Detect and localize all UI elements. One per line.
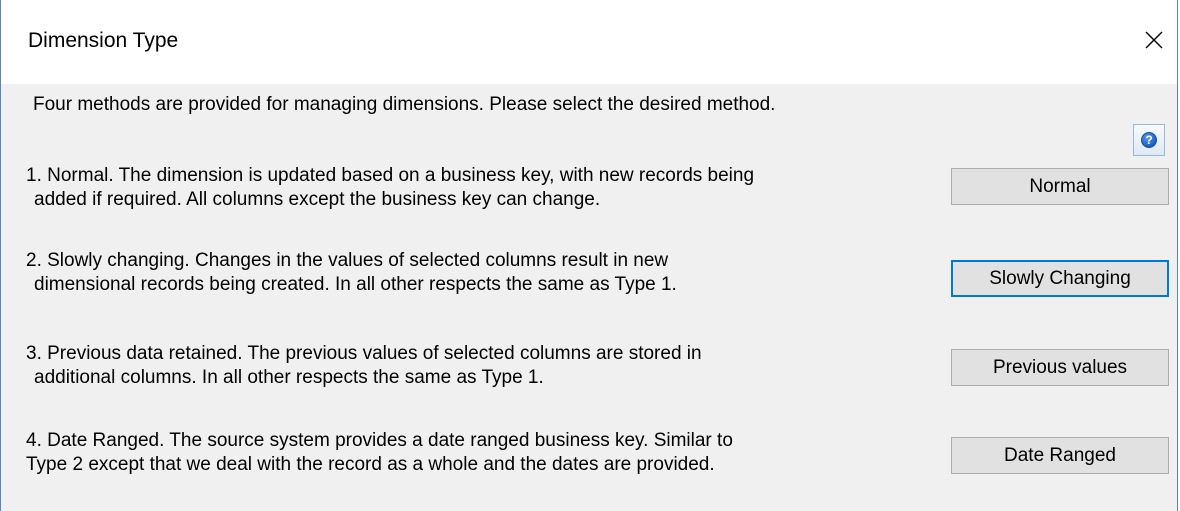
date-ranged-button[interactable]: Date Ranged (951, 437, 1169, 474)
description-line: Type 2 except that we deal with the reco… (26, 454, 715, 475)
help-button[interactable]: ? (1133, 124, 1165, 156)
description-line: 4. Date Ranged. The source system provid… (26, 430, 733, 451)
close-icon (1145, 31, 1163, 49)
option-normal-description: 1. Normal. The dimension is updated base… (26, 164, 754, 212)
description-line: dimensional records being created. In al… (34, 274, 677, 295)
previous-values-button[interactable]: Previous values (951, 349, 1169, 386)
option-previous-values-description: 3. Previous data retained. The previous … (26, 342, 702, 390)
help-question-icon: ? (1141, 132, 1157, 148)
description-line: additional columns. In all other respect… (34, 367, 544, 388)
title-bar: Dimension Type (1, 0, 1177, 84)
slowly-changing-button[interactable]: Slowly Changing (951, 260, 1169, 297)
window-title: Dimension Type (28, 29, 179, 52)
normal-button[interactable]: Normal (951, 168, 1169, 205)
close-button[interactable] (1133, 20, 1177, 60)
description-line: 2. Slowly changing. Changes in the value… (26, 250, 669, 271)
description-line: 1. Normal. The dimension is updated base… (26, 165, 755, 186)
dimension-type-dialog: Dimension Type Four methods are provided… (0, 0, 1178, 511)
description-line: added if required. All columns except th… (34, 189, 601, 210)
dialog-body: Four methods are provided for managing d… (1, 84, 1177, 511)
option-date-ranged-description: 4. Date Ranged. The source system provid… (26, 429, 733, 477)
description-line: 3. Previous data retained. The previous … (26, 343, 702, 364)
intro-text: Four methods are provided for managing d… (33, 94, 776, 115)
option-slowly-changing-description: 2. Slowly changing. Changes in the value… (26, 249, 677, 297)
